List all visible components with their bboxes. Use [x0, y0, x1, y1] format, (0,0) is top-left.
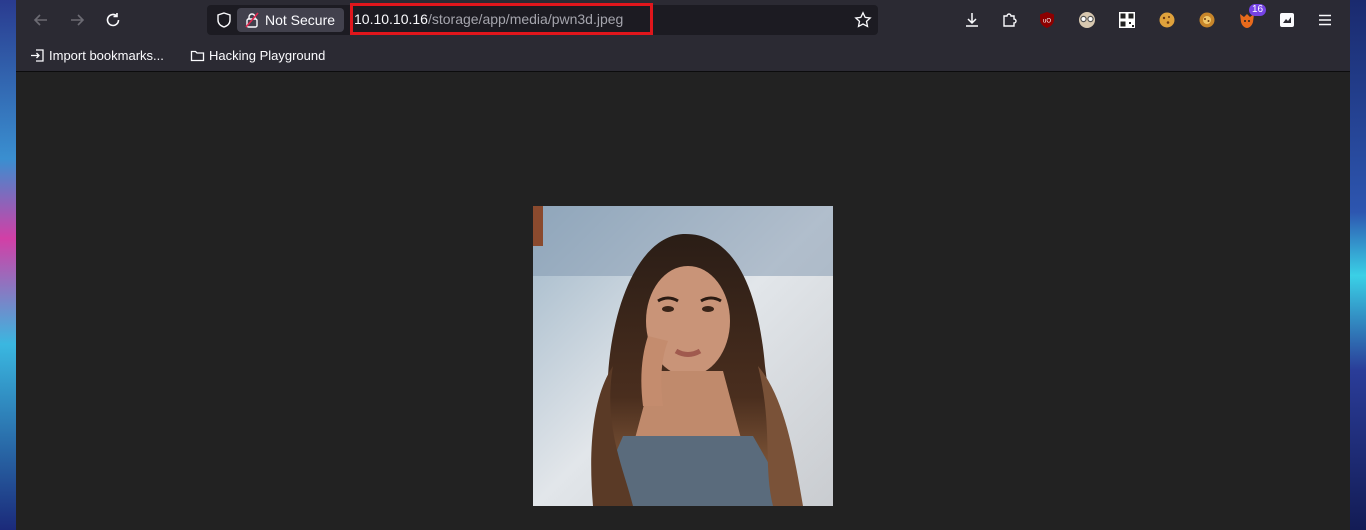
site-security-button[interactable]: Not Secure: [237, 8, 345, 32]
qr-code-icon[interactable]: [1117, 10, 1137, 30]
ublock-icon[interactable]: uO: [1037, 10, 1057, 30]
puzzle-icon: [1003, 13, 1017, 27]
cookie-editor-icon[interactable]: [1197, 10, 1217, 30]
tracking-protection-icon[interactable]: [215, 11, 233, 29]
displayed-image[interactable]: [533, 206, 833, 506]
import-icon: [31, 49, 44, 62]
navigation-toolbar: Not Secure 10.10.10.16/storage/app/media…: [16, 0, 1350, 40]
hacking-playground-folder[interactable]: Hacking Playground: [190, 48, 325, 63]
url-bar[interactable]: Not Secure 10.10.10.16/storage/app/media…: [207, 3, 878, 35]
privacy-glasses-icon[interactable]: [1077, 10, 1097, 30]
downloads-button[interactable]: [960, 8, 984, 32]
security-label: Not Secure: [265, 12, 336, 28]
url-text[interactable]: 10.10.10.16/storage/app/media/pwn3d.jpeg: [354, 11, 623, 27]
desktop-wallpaper-right: [1350, 0, 1366, 530]
portrait-photo: [533, 206, 833, 506]
forward-button[interactable]: [65, 8, 89, 32]
app-menu-button[interactable]: [1313, 8, 1337, 32]
bookmark-label: Import bookmarks...: [49, 48, 164, 63]
reload-button[interactable]: [101, 8, 125, 32]
insecure-lock-icon: [245, 12, 259, 28]
download-icon: [966, 13, 978, 27]
url-path: /storage/app/media/pwn3d.jpeg: [427, 11, 624, 27]
container-icon[interactable]: [1277, 10, 1297, 30]
browser-window: Not Secure 10.10.10.16/storage/app/media…: [16, 0, 1350, 530]
arrow-right-icon: [71, 14, 85, 26]
back-button[interactable]: [29, 8, 53, 32]
page-content: [16, 72, 1350, 530]
arrow-left-icon: [33, 14, 47, 26]
desktop-wallpaper-left: [0, 0, 16, 530]
hamburger-menu-icon: [1319, 14, 1331, 26]
url-host: 10.10.10.16: [354, 11, 428, 27]
svg-text:uO: uO: [1043, 19, 1051, 25]
reload-icon: [106, 13, 120, 27]
folder-icon: [190, 50, 205, 62]
cookie-icon[interactable]: [1157, 10, 1177, 30]
bookmark-star-icon[interactable]: [854, 11, 872, 29]
bookmark-label: Hacking Playground: [209, 48, 326, 63]
extensions-button[interactable]: [997, 8, 1021, 32]
notification-badge: 16: [1249, 4, 1267, 16]
import-bookmarks-item[interactable]: Import bookmarks...: [30, 48, 164, 63]
